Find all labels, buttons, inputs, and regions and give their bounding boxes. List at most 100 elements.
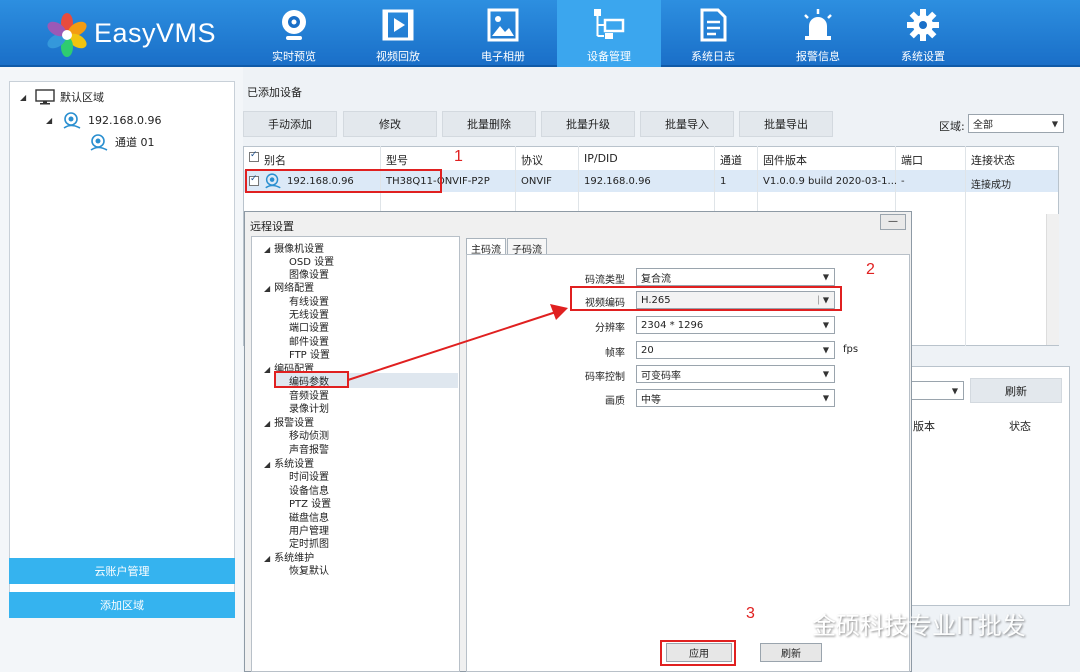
dropdown-arrow-icon: ▼ — [822, 393, 829, 403]
nav-device-management[interactable]: 设备管理 — [557, 0, 661, 67]
expand-triangle-icon[interactable]: ◢ — [20, 93, 30, 102]
watermark-text: 金硕科技专业IT批发 — [812, 612, 1026, 640]
field-label-stream-type: 码流类型 — [585, 275, 625, 286]
dialog-refresh-button[interactable]: 刷新 — [760, 643, 822, 662]
annotation-step-1: 1 — [454, 148, 463, 165]
tree-group-network[interactable]: ◢ 网络配置 — [264, 279, 314, 294]
monitor-icon — [35, 89, 55, 105]
camera-device-icon — [63, 112, 81, 129]
col-header-firmware[interactable]: 固件版本 — [763, 152, 807, 168]
cloud-account-button[interactable]: 云账户管理 — [9, 558, 235, 584]
app-logo-icon — [47, 13, 87, 57]
log-icon — [700, 8, 727, 42]
tree-label: 192.168.0.96 — [88, 113, 162, 127]
top-nav-bar: EasyVMS 实时预览 视频回放 电子相册 设备管理 系统日志 报警信息 系统… — [0, 0, 1080, 67]
stream-type-select[interactable]: 复合流 ▼ — [636, 268, 835, 286]
tree-item-root[interactable]: ◢ 默认区域 — [20, 89, 104, 105]
nav-system-settings[interactable]: 系统设置 — [871, 0, 975, 67]
dropdown-arrow-icon: ▼ — [1051, 119, 1058, 128]
col-header-ip[interactable]: IP/DID — [584, 152, 618, 165]
modify-button[interactable]: 修改 — [343, 111, 437, 137]
gear-icon — [907, 9, 939, 41]
dialog-title: 远程设置 — [250, 220, 294, 233]
camera-channel-icon — [90, 134, 108, 151]
nav-label: 视频回放 — [376, 50, 420, 63]
nav-album[interactable]: 电子相册 — [451, 0, 555, 67]
cell-channel: 1 — [720, 176, 727, 187]
minimize-button[interactable]: — — [880, 214, 906, 230]
col-header-version: 版本 — [913, 420, 935, 433]
tree-item-time[interactable]: 时间设置 — [289, 468, 329, 483]
dropdown-arrow-icon: ▼ — [822, 272, 829, 282]
col-header-status[interactable]: 连接状态 — [971, 152, 1015, 168]
expand-triangle-icon: ◢ — [264, 419, 271, 428]
nav-system-log[interactable]: 系统日志 — [661, 0, 765, 67]
col-header-model[interactable]: 型号 — [386, 152, 408, 168]
col-header-protocol[interactable]: 协议 — [521, 152, 543, 168]
webcam-icon — [282, 10, 306, 40]
highlight-encoding-params — [274, 371, 349, 388]
select-value: 中等 — [641, 394, 661, 406]
nav-live-preview[interactable]: 实时预览 — [242, 0, 346, 67]
highlight-apply-button — [660, 640, 736, 666]
nav-playback[interactable]: 视频回放 — [346, 0, 450, 67]
nav-alarm-info[interactable]: 报警信息 — [766, 0, 870, 67]
dropdown-arrow-icon: ▼ — [822, 369, 829, 379]
alarm-icon — [804, 9, 832, 40]
table-scrollbar[interactable] — [1046, 214, 1059, 345]
cell-firmware: V1.0.0.9 build 2020-03-1... — [763, 176, 898, 187]
col-header-channel[interactable]: 通道 — [720, 152, 742, 168]
tree-item-ftp[interactable]: FTP 设置 — [289, 346, 330, 361]
tree-item-motion[interactable]: 移动侦测 — [289, 427, 329, 442]
col-header-alias[interactable]: 别名 — [264, 152, 286, 168]
select-value: 20 — [641, 344, 654, 356]
tree-item-factory-reset[interactable]: 恢复默认 — [289, 562, 329, 577]
fps-unit-label: fps — [843, 344, 859, 355]
annotation-arrow-icon — [347, 304, 568, 381]
expand-triangle-icon: ◢ — [264, 245, 271, 254]
lower-filter-select[interactable]: ▼ — [910, 381, 964, 400]
batch-delete-button[interactable]: 批量删除 — [442, 111, 536, 137]
batch-import-button[interactable]: 批量导入 — [640, 111, 734, 137]
select-value: 2304 * 1296 — [641, 319, 704, 331]
frame-rate-select[interactable]: 20 ▼ — [636, 341, 835, 359]
field-label-quality: 画质 — [605, 396, 625, 407]
tree-item-ptz[interactable]: PTZ 设置 — [289, 495, 331, 510]
lower-refresh-button[interactable]: 刷新 — [970, 378, 1062, 403]
expand-triangle-icon: ◢ — [264, 284, 271, 293]
app-brand-name: EasyVMS — [94, 18, 217, 48]
tree-item-device[interactable]: ◢ 192.168.0.96 — [46, 111, 161, 129]
batch-upgrade-button[interactable]: 批量升级 — [541, 111, 635, 137]
cell-port: - — [901, 176, 905, 187]
tree-item-port[interactable]: 端口设置 — [289, 319, 329, 334]
highlight-video-codec — [570, 286, 842, 311]
quality-select[interactable]: 中等 ▼ — [636, 389, 835, 407]
select-all-checkbox-cell[interactable] — [249, 150, 259, 165]
tree-label: 通道 01 — [115, 136, 155, 149]
tree-item-sound-alarm[interactable]: 声音报警 — [289, 441, 329, 456]
cell-ip: 192.168.0.96 — [584, 176, 651, 187]
region-select[interactable]: 全部 ▼ — [968, 114, 1064, 133]
tree-label: 默认区域 — [60, 91, 104, 104]
section-title: 已添加设备 — [247, 86, 302, 99]
bitrate-control-select[interactable]: 可变码率 ▼ — [636, 365, 835, 383]
batch-export-button[interactable]: 批量导出 — [739, 111, 833, 137]
tree-item-timed-snapshot[interactable]: 定时抓图 — [289, 535, 329, 550]
select-all-checkbox[interactable] — [249, 150, 259, 162]
resolution-select[interactable]: 2304 * 1296 ▼ — [636, 316, 835, 334]
nav-label: 系统设置 — [901, 50, 945, 63]
nav-label: 系统日志 — [691, 50, 735, 63]
expand-triangle-icon: ◢ — [264, 365, 271, 374]
cell-status: 连接成功 — [971, 180, 1011, 191]
tree-item-channel[interactable]: 通道 01 — [88, 133, 155, 151]
expand-triangle-icon: ◢ — [264, 460, 271, 469]
col-header-port[interactable]: 端口 — [901, 152, 923, 168]
dropdown-arrow-icon: ▼ — [822, 345, 829, 355]
expand-triangle-icon[interactable]: ◢ — [46, 116, 56, 125]
film-icon — [382, 9, 414, 41]
tree-item-record-plan[interactable]: 录像计划 — [289, 400, 329, 415]
add-area-button[interactable]: 添加区域 — [9, 592, 235, 618]
manual-add-button[interactable]: 手动添加 — [243, 111, 337, 137]
nav-label: 实时预览 — [272, 50, 316, 63]
nav-label: 报警信息 — [796, 50, 840, 63]
